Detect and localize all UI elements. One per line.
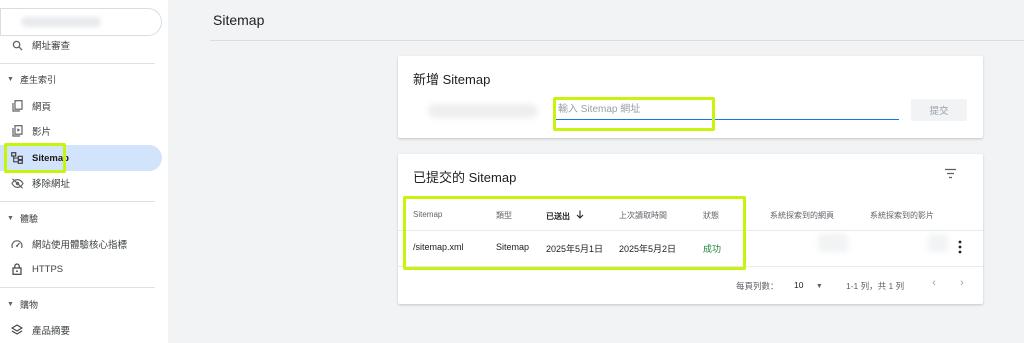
- discovered-videos-redacted: [928, 234, 948, 252]
- sidebar-item-label: 網頁: [32, 102, 52, 113]
- caret-down-icon: ▼: [7, 214, 14, 222]
- sidebar-item-videos[interactable]: 影片: [0, 118, 162, 144]
- sidebar-item-label: 網址審查: [32, 41, 71, 52]
- column-header-type[interactable]: 類型: [496, 210, 512, 221]
- submitted-sitemaps-card: 已提交的 Sitemap Sitemap 類型 已送出 上次讀取時間 狀態 系統…: [398, 154, 983, 304]
- divider: [0, 201, 155, 202]
- sitemap-icon: [10, 151, 24, 165]
- sidebar-item-product-snippets[interactable]: 產品摘要: [0, 317, 162, 343]
- cell-type: Sitemap: [496, 242, 530, 252]
- sidebar-item-label: 移除網址: [32, 179, 71, 190]
- cell-submitted: 2025年5月1日: [546, 244, 604, 254]
- cell-status: 成功: [703, 244, 722, 254]
- sidebar-item-label: 網站使用體驗核心指標: [32, 240, 128, 251]
- layers-icon: [10, 323, 24, 337]
- caret-down-icon: ▼: [7, 75, 14, 83]
- header-divider: [210, 40, 1024, 41]
- filter-icon[interactable]: [944, 166, 958, 179]
- page-title: Sitemap: [213, 12, 265, 28]
- sidebar-item-label: 影片: [32, 127, 52, 138]
- divider: [0, 287, 155, 288]
- submit-button[interactable]: 提交: [911, 99, 967, 121]
- sidebar-item-label: 產品摘要: [32, 326, 71, 337]
- row-divider: [398, 230, 983, 231]
- site-url-prefix-redacted: [428, 104, 538, 118]
- caret-down-icon: ▼: [7, 300, 14, 308]
- arrow-down-icon: [576, 210, 584, 221]
- column-header-label: 已送出: [546, 212, 570, 221]
- previous-page-icon[interactable]: ‹: [927, 277, 941, 291]
- rows-per-page-select[interactable]: 10 ▼: [794, 280, 823, 290]
- sidebar-item-pages[interactable]: 網頁: [0, 93, 162, 119]
- video-icon: [10, 124, 24, 138]
- section-indexing[interactable]: ▼ 產生索引: [0, 68, 162, 90]
- add-sitemap-card: 新增 Sitemap 提交: [398, 56, 983, 138]
- section-label: 體驗: [19, 213, 38, 224]
- sidebar-item-core-web-vitals[interactable]: 網站使用體驗核心指標: [0, 231, 162, 257]
- sidebar-item-label: HTTPS: [32, 263, 64, 275]
- column-header-submitted[interactable]: 已送出: [546, 210, 584, 222]
- page-header: Sitemap: [168, 0, 1024, 40]
- rows-per-page-label: 每頁列數：: [736, 281, 779, 291]
- section-label: 購物: [19, 299, 38, 310]
- divider: [0, 63, 155, 64]
- sidebar: 網址審查 ▼ 產生索引 網頁 影片 Sitemap 移除網址 ▼ 體驗 網站使用…: [0, 0, 168, 343]
- eye-off-icon: [10, 176, 24, 190]
- sidebar-item-url-inspection[interactable]: 網址審查: [0, 32, 162, 58]
- section-experience[interactable]: ▼ 體驗: [0, 207, 162, 229]
- dropdown-arrow-icon: ▼: [815, 283, 823, 290]
- pages-icon: [10, 99, 24, 113]
- search-icon: [10, 38, 24, 52]
- next-page-icon[interactable]: ›: [955, 277, 969, 291]
- column-header-discovered-videos[interactable]: 系統探索到的影片: [870, 210, 934, 221]
- column-header-last-read[interactable]: 上次讀取時間: [619, 210, 667, 221]
- more-vert-icon[interactable]: [958, 240, 962, 254]
- add-sitemap-title: 新增 Sitemap: [413, 72, 491, 87]
- sitemap-url-input[interactable]: [556, 100, 899, 120]
- column-header-discovered-pages[interactable]: 系統探索到的網頁: [770, 210, 834, 221]
- property-name-redacted: [21, 17, 101, 27]
- discovered-pages-redacted: [818, 234, 848, 252]
- column-header-status[interactable]: 狀態: [703, 210, 719, 221]
- sidebar-item-sitemap[interactable]: Sitemap: [0, 145, 162, 171]
- highlight-box-table: [403, 196, 746, 270]
- submitted-sitemaps-title: 已提交的 Sitemap: [413, 170, 517, 185]
- row-divider: [398, 266, 983, 267]
- sidebar-item-https[interactable]: HTTPS: [0, 256, 162, 282]
- section-shopping[interactable]: ▼ 購物: [0, 293, 162, 315]
- pagination-range: 1-1 列，共 1 列: [846, 281, 905, 291]
- section-label: 產生索引: [19, 74, 56, 85]
- sidebar-item-removals[interactable]: 移除網址: [0, 170, 162, 196]
- cell-last-read: 2025年5月2日: [619, 244, 677, 254]
- lock-icon: [10, 262, 24, 276]
- cell-sitemap: /sitemap.xml: [413, 242, 464, 252]
- speedometer-icon: [10, 237, 24, 251]
- sidebar-item-label: Sitemap: [32, 152, 69, 164]
- column-header-sitemap[interactable]: Sitemap: [413, 210, 442, 219]
- rows-per-page-value: 10: [794, 280, 804, 290]
